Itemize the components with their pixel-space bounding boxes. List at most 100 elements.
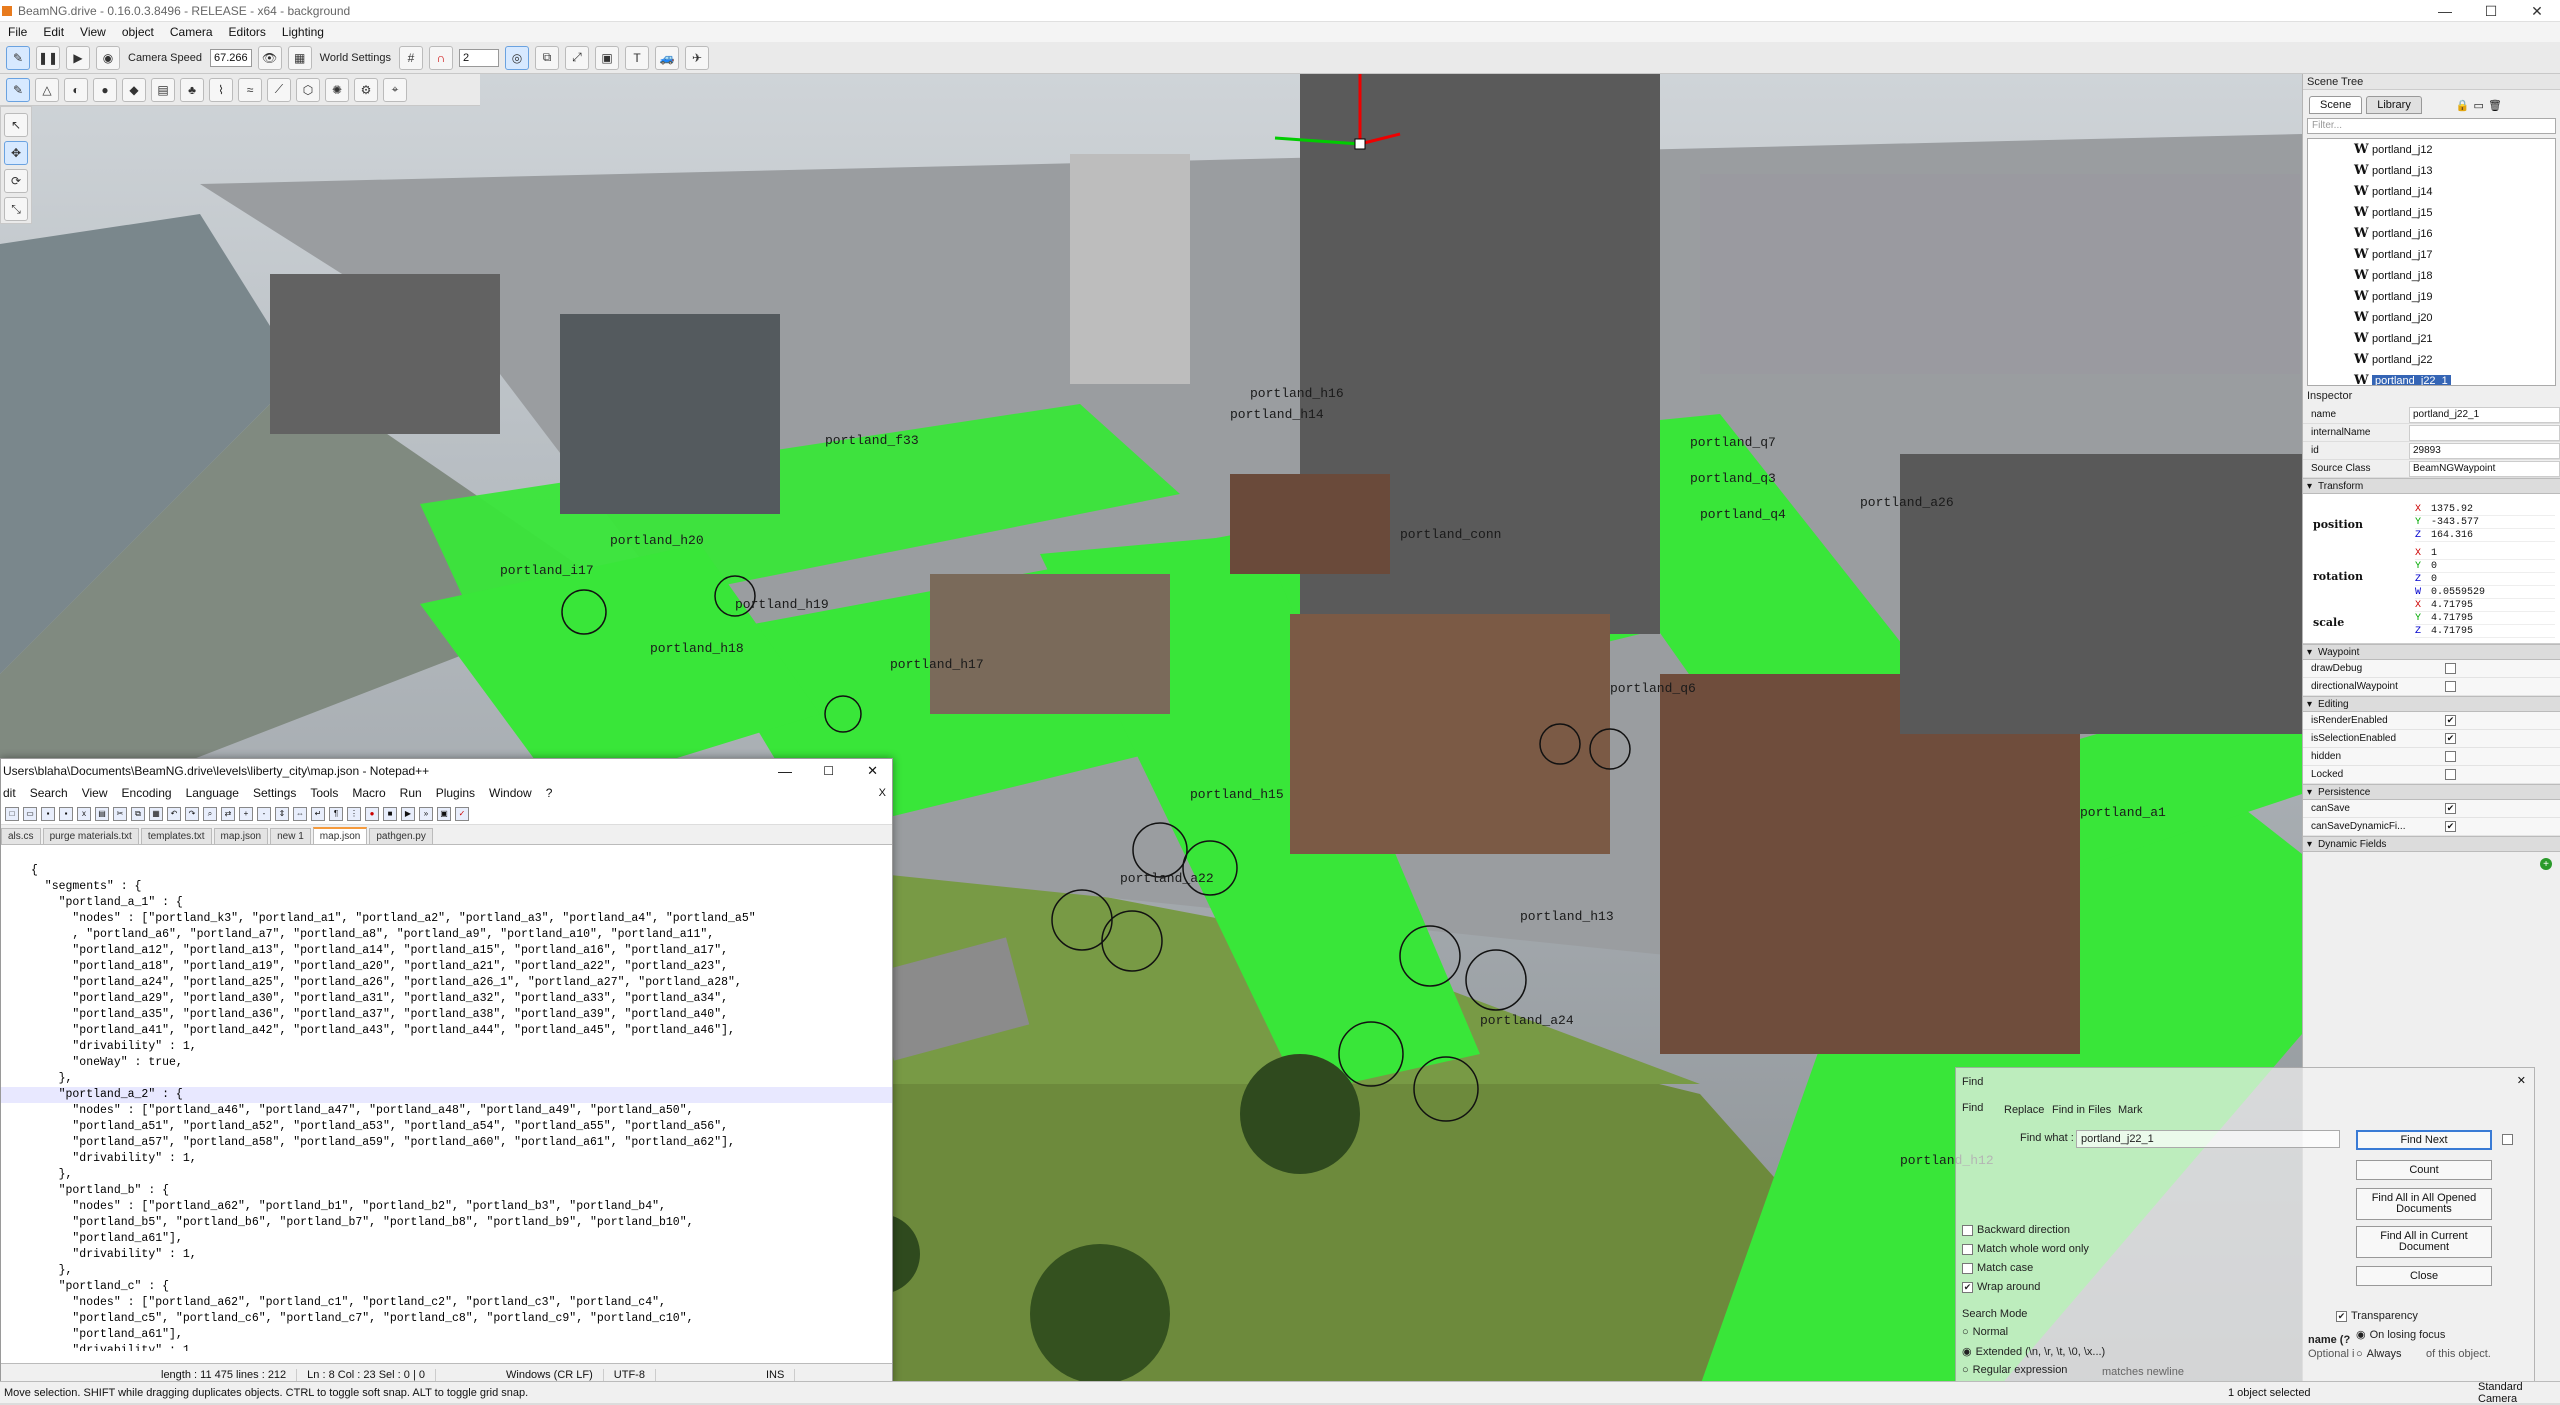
bounds-icon[interactable]: ▣ <box>594 45 619 70</box>
scale-y[interactable]: 4.71795 <box>2431 613 2473 624</box>
print-icon[interactable]: ▤ <box>95 806 109 821</box>
magnet-icon[interactable]: ∩ <box>428 45 453 70</box>
vp-label-19[interactable]: portland_a26 <box>1860 495 1954 510</box>
on-losing-focus-option[interactable]: ◉ On losing focus <box>2356 1328 2445 1342</box>
copy-icon[interactable]: ⧉ <box>131 806 145 821</box>
zoom-out-icon[interactable]: - <box>257 806 271 821</box>
vp-label-1[interactable]: portland_h20 <box>610 533 704 548</box>
code-line[interactable]: "drivability" : 1, <box>1 1151 892 1167</box>
world-settings-label[interactable]: World Settings <box>320 52 391 64</box>
code-line[interactable]: "nodes" : ["portland_a62", "portland_c1"… <box>1 1295 892 1311</box>
vp-label-2[interactable]: portland_i17 <box>500 563 594 578</box>
position-y[interactable]: -343.577 <box>2431 517 2479 528</box>
npp-tab-active[interactable]: map.json <box>312 827 368 844</box>
npp-menu-settings[interactable]: Settings <box>253 786 296 800</box>
code-line[interactable]: "drivability" : 1, <box>1 1247 892 1263</box>
cansave-checkbox[interactable]: ✔ <box>2445 803 2456 814</box>
plane-icon[interactable]: ✈ <box>684 45 709 70</box>
navmesh-icon[interactable]: ⬡ <box>296 77 320 102</box>
folder-icon[interactable]: ▭ <box>2474 99 2484 112</box>
add-field-icon[interactable]: + <box>2540 858 2552 870</box>
world-editor-icon[interactable]: ✎ <box>6 45 30 70</box>
eye-icon[interactable]: 👁 <box>257 45 282 70</box>
terrain-icon[interactable]: △ <box>35 77 59 102</box>
wrap-icon[interactable]: ↵ <box>311 806 325 821</box>
tree-item[interactable]: Wportland_j20 <box>2308 307 2555 328</box>
vp-label-12[interactable]: portland_q7 <box>1690 435 1776 450</box>
find-extra-checkbox[interactable] <box>2502 1134 2513 1145</box>
selectionenabled-checkbox[interactable]: ✔ <box>2445 733 2456 744</box>
code-line[interactable]: "portland_b5", "portland_b6", "portland_… <box>1 1215 892 1231</box>
menu-edit[interactable]: Edit <box>43 25 64 39</box>
npp-menu-help[interactable]: ? <box>546 786 553 800</box>
tree-item[interactable]: Wportland_j15 <box>2308 202 2555 223</box>
vp-label-6[interactable]: portland_h15 <box>1190 787 1284 802</box>
minimize-button[interactable]: — <box>2422 0 2468 22</box>
menu-editors[interactable]: Editors <box>229 25 266 39</box>
matchcase-checkbox[interactable] <box>1962 1262 1973 1274</box>
replace-icon[interactable]: ⇄ <box>221 806 235 821</box>
npp-menu-search[interactable]: Search <box>30 786 68 800</box>
code-line[interactable]: "portland_c5", "portland_c6", "portland_… <box>1 1311 892 1327</box>
camera-speed-input[interactable]: 67.266 <box>210 48 252 67</box>
find-close-button[interactable]: Close <box>2356 1266 2492 1286</box>
code-line[interactable]: }, <box>1 1167 892 1183</box>
opt-wholeword[interactable]: Match whole word only <box>1962 1243 2089 1255</box>
code-line[interactable]: }, <box>1 1071 892 1087</box>
code-line[interactable]: "portland_a_2" : { <box>1 1087 892 1103</box>
npp-menu-run[interactable]: Run <box>400 786 422 800</box>
scale-x[interactable]: 4.71795 <box>2431 600 2473 611</box>
always-option[interactable]: ○ Always <box>2356 1348 2402 1360</box>
find-all-current-button[interactable]: Find All in Current Document <box>2356 1226 2492 1258</box>
text-tool-icon[interactable]: T <box>624 45 649 70</box>
pause-icon[interactable]: ❚❚ <box>36 45 60 70</box>
trash-icon[interactable]: 🗑 <box>2488 99 2502 112</box>
opt-matchcase[interactable]: Match case <box>1962 1262 2033 1274</box>
code-line[interactable]: "portland_a61"], <box>1 1327 892 1343</box>
vp-label-7[interactable]: portland_h13 <box>1520 909 1614 924</box>
vp-label-13[interactable]: portland_q3 <box>1690 471 1776 486</box>
code-line[interactable]: "drivability" : 1, <box>1 1343 892 1351</box>
opt-wraparound[interactable]: ✔ Wrap around <box>1962 1281 2040 1293</box>
particle-icon[interactable]: ✺ <box>325 77 349 102</box>
npp-tab[interactable]: new 1 <box>270 828 311 844</box>
vp-label-5[interactable]: portland_h17 <box>890 657 984 672</box>
lock-icon[interactable]: 🔒 <box>2456 99 2470 112</box>
rotation-x[interactable]: 1 <box>2431 548 2437 559</box>
paste-icon[interactable]: ▦ <box>149 806 163 821</box>
mode-normal[interactable]: ○ Normal <box>1962 1326 2008 1338</box>
mesh-road-icon[interactable]: ⌇ <box>209 77 233 102</box>
river-icon[interactable]: ≈ <box>238 77 262 102</box>
find-tab-find[interactable]: Find <box>1962 1102 1983 1114</box>
vp-label-16[interactable]: portland_h14 <box>1230 407 1324 422</box>
cansavedynamic-checkbox[interactable]: ✔ <box>2445 821 2456 832</box>
material-icon[interactable]: ● <box>93 77 117 102</box>
position-z[interactable]: 164.316 <box>2431 530 2473 541</box>
radio-icon[interactable]: ○ <box>1962 1364 1969 1376</box>
section-editing[interactable]: ▾ Editing <box>2303 696 2560 712</box>
find-next-button[interactable]: Find Next <box>2356 1130 2492 1150</box>
field-name-input[interactable]: portland_j22_1 <box>2409 406 2560 423</box>
code-line[interactable]: "oneWay" : true, <box>1 1055 892 1071</box>
spellcheck-icon[interactable]: ✓ <box>455 806 469 821</box>
tab-library[interactable]: Library <box>2366 96 2422 114</box>
rotate-icon[interactable]: ⟳ <box>4 169 28 193</box>
transparency-checkbox[interactable]: ✔ <box>2336 1310 2347 1322</box>
close-button[interactable]: ✕ <box>2514 0 2560 22</box>
play-icon[interactable]: ▶ <box>66 45 90 70</box>
find-all-opened-button[interactable]: Find All in All Opened Documents <box>2356 1188 2492 1220</box>
npp-close-doc-icon[interactable]: X <box>879 787 886 799</box>
select-mode-icon[interactable]: ◎ <box>504 45 529 70</box>
section-waypoint[interactable]: ▾ Waypoint <box>2303 644 2560 660</box>
vp-label-0[interactable]: portland_f33 <box>825 433 919 448</box>
find-close-icon[interactable]: ✕ <box>2517 1074 2526 1087</box>
section-dynamic-fields[interactable]: ▾ Dynamic Fields <box>2303 836 2560 852</box>
opt-backward[interactable]: Backward direction <box>1962 1224 2070 1236</box>
camera-icon[interactable]: ◉ <box>96 45 120 70</box>
npp-tab[interactable]: als.cs <box>1 828 41 844</box>
fit-view-icon[interactable]: ⤢ <box>564 45 589 70</box>
code-line[interactable]: "portland_b" : { <box>1 1183 892 1199</box>
transparency-option[interactable]: ✔ Transparency <box>2336 1310 2418 1322</box>
close-icon[interactable]: x <box>77 806 91 821</box>
radio-icon[interactable]: ○ <box>2356 1348 2363 1360</box>
